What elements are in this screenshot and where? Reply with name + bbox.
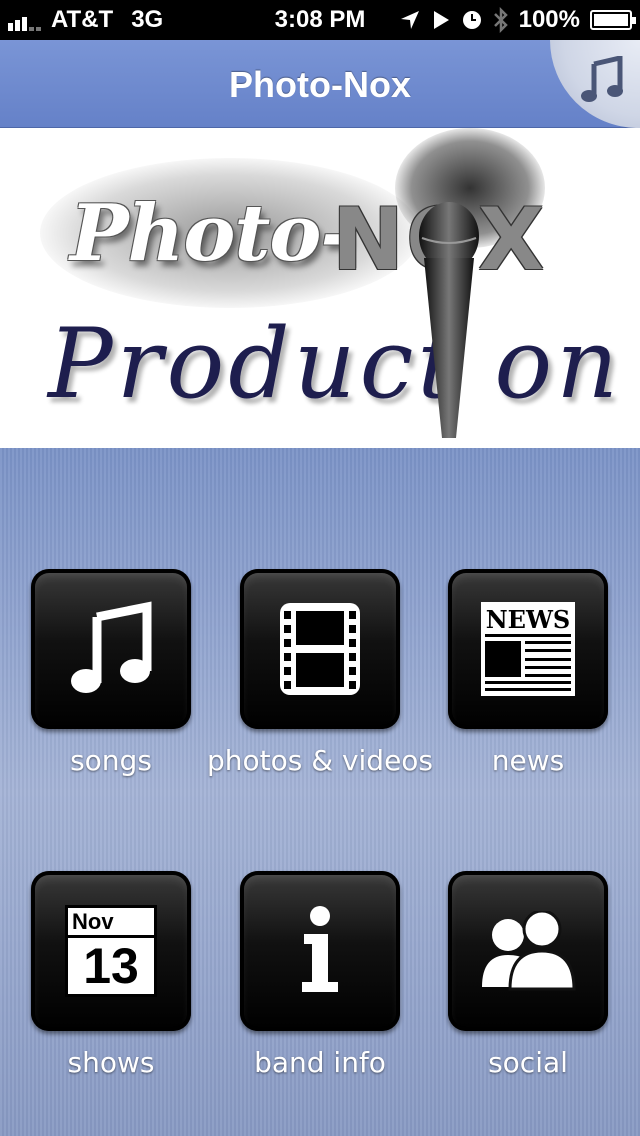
status-time: 3:08 PM	[274, 6, 366, 33]
microphone-icon	[419, 202, 479, 438]
battery-percent: 100%	[518, 6, 580, 33]
shows-button[interactable]: Nov 13	[31, 871, 191, 1031]
carrier-name: AT&T	[51, 6, 114, 33]
newspaper-icon: NEWS	[481, 602, 575, 696]
alarm-clock-icon	[462, 11, 481, 29]
calendar-month: Nov	[68, 908, 154, 938]
songs-button[interactable]	[31, 569, 191, 729]
social-button[interactable]	[448, 871, 608, 1031]
logo-text-production: Product on	[48, 308, 623, 420]
play-icon	[433, 11, 449, 29]
nav-bar: Photo-Nox	[0, 40, 640, 128]
main-menu: songs photos & videos NEWS news Nov 13 s…	[0, 448, 640, 1136]
social-label: social	[488, 1046, 568, 1079]
news-label: news	[491, 744, 565, 777]
location-arrow-icon	[400, 11, 419, 29]
photos-videos-button[interactable]	[240, 569, 400, 729]
band-info-label: band info	[254, 1046, 386, 1079]
songs-label: songs	[70, 744, 152, 777]
shows-label: shows	[67, 1046, 155, 1079]
news-icon-headline: NEWS	[485, 606, 571, 637]
status-bar: AT&T 3G 3:08 PM 100%	[0, 0, 640, 40]
info-icon	[302, 906, 338, 992]
nav-title: Photo-Nox	[229, 64, 411, 105]
music-player-button[interactable]	[550, 40, 640, 128]
network-type: 3G	[131, 6, 164, 33]
people-icon	[482, 911, 576, 991]
status-right: 100%	[399, 6, 636, 34]
bluetooth-icon	[493, 7, 508, 33]
battery-icon	[590, 10, 636, 30]
calendar-day: 13	[83, 938, 139, 994]
banner-logo: Photo- NOX Product on	[0, 128, 640, 448]
signal-strength-icon	[8, 9, 41, 31]
music-note-icon	[581, 56, 623, 102]
logo-text-photo: Photo-	[70, 188, 353, 279]
status-left: AT&T 3G	[8, 6, 163, 34]
band-info-button[interactable]	[240, 871, 400, 1031]
calendar-icon: Nov 13	[65, 905, 157, 997]
news-button[interactable]: NEWS	[448, 569, 608, 729]
film-strip-icon	[280, 603, 360, 695]
photos-videos-label: photos & videos	[206, 744, 434, 777]
music-note-icon	[71, 601, 152, 693]
